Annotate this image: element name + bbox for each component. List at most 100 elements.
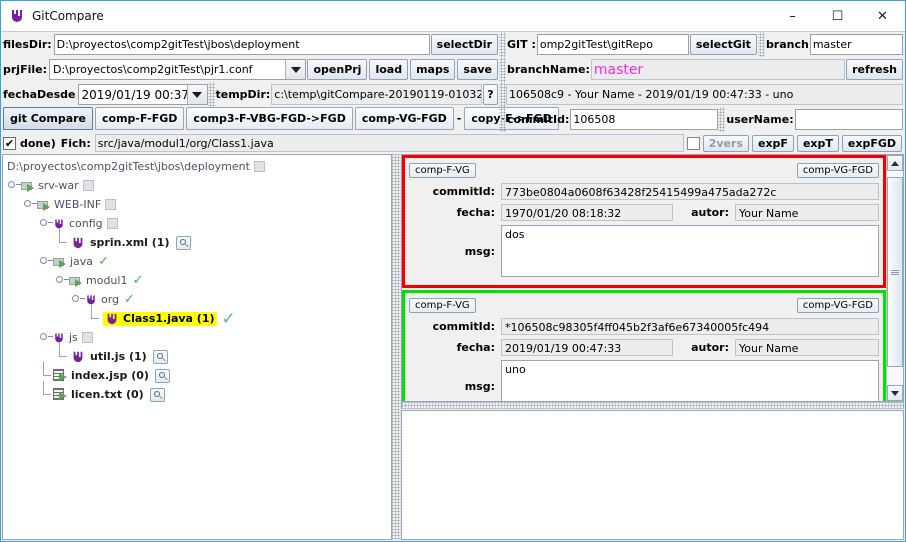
tree-node-licen-txt[interactable]: licen.txt (0) [5,381,391,404]
file-tree-panel[interactable]: D:\proyectos\comp2gitTest\jbos\deploymen… [2,154,392,540]
maximize-button[interactable]: ☐ [815,1,860,31]
collapse-box-icon[interactable] [253,161,265,172]
tree-node-js[interactable]: js [5,328,391,347]
select-dir-button[interactable]: selectDir [430,34,498,55]
prjfile-label: prjFile: [3,63,47,76]
scrollbar-thumb[interactable] [887,177,903,367]
tree-label: licen.txt (0) [71,388,144,401]
save-button[interactable]: save [457,59,498,80]
scroll-up-button[interactable] [887,155,903,171]
fecha-drag-handle[interactable] [207,82,215,107]
tree-node-modul1[interactable]: modul1 ✓ [5,271,391,290]
tree-label: org [101,293,120,306]
git-drag-handle[interactable] [757,32,765,57]
chevron-down-icon[interactable] [285,60,306,79]
tabs-drag-handle[interactable] [499,107,506,132]
tab-comp3-f-vbg-fgd[interactable]: comp3-F-VBG-FGD->FGD [186,107,353,130]
comp-f-vg-button[interactable]: comp-F-VG [409,162,476,178]
tab-comp-vg-fgd[interactable]: comp-VG-FGD [354,107,454,130]
magnifier-icon[interactable] [154,368,170,383]
commit-list: comp-F-VG comp-VG-FGD commitId: 773be080… [402,155,886,401]
vers-checkbox[interactable] [686,136,700,150]
tab-separator: - [456,112,462,125]
gitcompare-logo-icon [71,236,85,250]
commit-panel-red[interactable]: comp-F-VG comp-VG-FGD commitId: 773be080… [402,155,886,288]
gitcompare-logo-icon [53,218,65,230]
msg-value[interactable]: dos [501,225,879,277]
magnifier-icon[interactable] [175,235,191,250]
vertical-splitter[interactable] [392,154,401,540]
filesdir-input[interactable]: D:\proyectos\comp2gitTest\jbos\deploymen… [53,34,430,55]
username-label: userName: [726,113,794,126]
help-button[interactable]: ? [483,84,498,105]
toolbar: filesDir: D:\proyectos\comp2gitTest\jbos… [1,31,905,154]
tree-node-class1-java[interactable]: Class1.java (1) ✓ [5,305,391,329]
gitcompare-logo-icon [105,312,119,326]
tree-label: config [69,217,103,230]
tree-root-label: D:\proyectos\comp2gitTest\jbos\deploymen… [7,160,250,173]
tree-node-util-js[interactable]: util.js (1) [5,343,391,366]
collapse-box-icon[interactable] [106,218,118,229]
git-repo-input[interactable]: omp2gitTest\gitRepo [536,34,689,55]
branch-input[interactable]: master [809,34,903,55]
scrollbar-track[interactable] [887,171,903,385]
comp-f-vg-button[interactable]: comp-F-VG [409,297,476,313]
prjfile-drag-handle[interactable] [499,57,506,82]
collapse-box-icon[interactable] [81,332,93,343]
exp-fgd-button[interactable]: expFGD [841,134,902,152]
tree-label: modul1 [86,274,128,287]
tree-selected-item[interactable]: Class1.java (1) [103,311,217,326]
chevron-down-icon[interactable] [186,85,207,104]
folder-arrow-icon [21,180,35,192]
fechadesde-combo[interactable]: 2019/01/19 00:37 [77,84,208,105]
horizontal-splitter[interactable] [401,402,904,409]
commit-panel-header: comp-F-VG comp-VG-FGD [409,161,879,179]
select-git-button[interactable]: selectGit [689,34,757,55]
collapse-box-icon[interactable] [105,199,117,210]
2vers-button[interactable]: 2vers [702,134,749,152]
tree-node-index-jsp[interactable]: index.jsp (0) [5,362,391,385]
comp-vg-fgd-button[interactable]: comp-VG-FGD [796,297,879,313]
tempdir-drag-handle[interactable] [499,82,506,107]
diff-content-area[interactable] [401,410,904,540]
tree-node-config[interactable]: config [5,214,391,233]
exp-t-button[interactable]: expT [796,134,839,152]
open-prj-button[interactable]: openPrj [307,59,368,80]
minimize-button[interactable]: – [770,1,815,31]
commit-id-row: commitId: *106508c98305f4ff045b2f3af6e67… [409,318,879,335]
username-input[interactable] [794,109,903,130]
magnifier-icon[interactable] [149,387,165,402]
msg-value[interactable]: uno [501,360,879,401]
arrow-up-icon [891,160,899,166]
prjfile-combo[interactable]: D:\proyectos\comp2gitTest\pjr1.conf [48,59,307,80]
tree-node-srv-war[interactable]: srv-war [5,176,391,195]
commitid-drag-handle[interactable] [718,107,726,132]
tree-label: util.js (1) [90,350,147,363]
toolbar-drag-handle[interactable] [499,32,506,57]
commitid-input[interactable]: 106508 [570,109,719,130]
fecha-label: fecha: [456,206,495,219]
tree-node-web-inf[interactable]: WEB-INF [5,195,391,214]
tree-root-node[interactable]: D:\proyectos\comp2gitTest\jbos\deploymen… [5,157,391,176]
magnifier-icon[interactable] [152,349,168,364]
toolbar-row-fecha: fechaDesde 2019/01/19 00:37 tempDir: c:\… [1,82,905,107]
tab-comp-f-fgd[interactable]: comp-F-FGD [95,107,185,130]
commit-panel-header: comp-F-VG comp-VG-FGD [409,296,879,314]
tree-node-org[interactable]: org ✓ [5,290,391,309]
done-checkbox[interactable]: ✔ [3,136,16,150]
collapse-box-icon[interactable] [82,180,94,191]
exp-f-button[interactable]: expF [752,134,794,152]
commit-list-scrollbar[interactable] [886,155,903,401]
tree-node-java[interactable]: java ✓ [5,252,391,271]
comp-vg-fgd-button[interactable]: comp-VG-FGD [796,162,879,178]
close-button[interactable]: ✕ [860,1,905,31]
tree-node-sprin-xml[interactable]: sprin.xml (1) [5,229,391,252]
doc-arrow-icon [53,388,68,401]
refresh-button[interactable]: refresh [846,59,903,80]
commit-panel-green[interactable]: comp-F-VG comp-VG-FGD commitId: *106508c… [402,290,886,401]
right-column: comp-F-VG comp-VG-FGD commitId: 773be080… [401,154,904,540]
tab-git-compare[interactable]: git Compare [3,107,94,130]
load-button[interactable]: load [369,59,409,80]
scroll-down-button[interactable] [887,385,903,401]
maps-button[interactable]: maps [410,59,456,80]
